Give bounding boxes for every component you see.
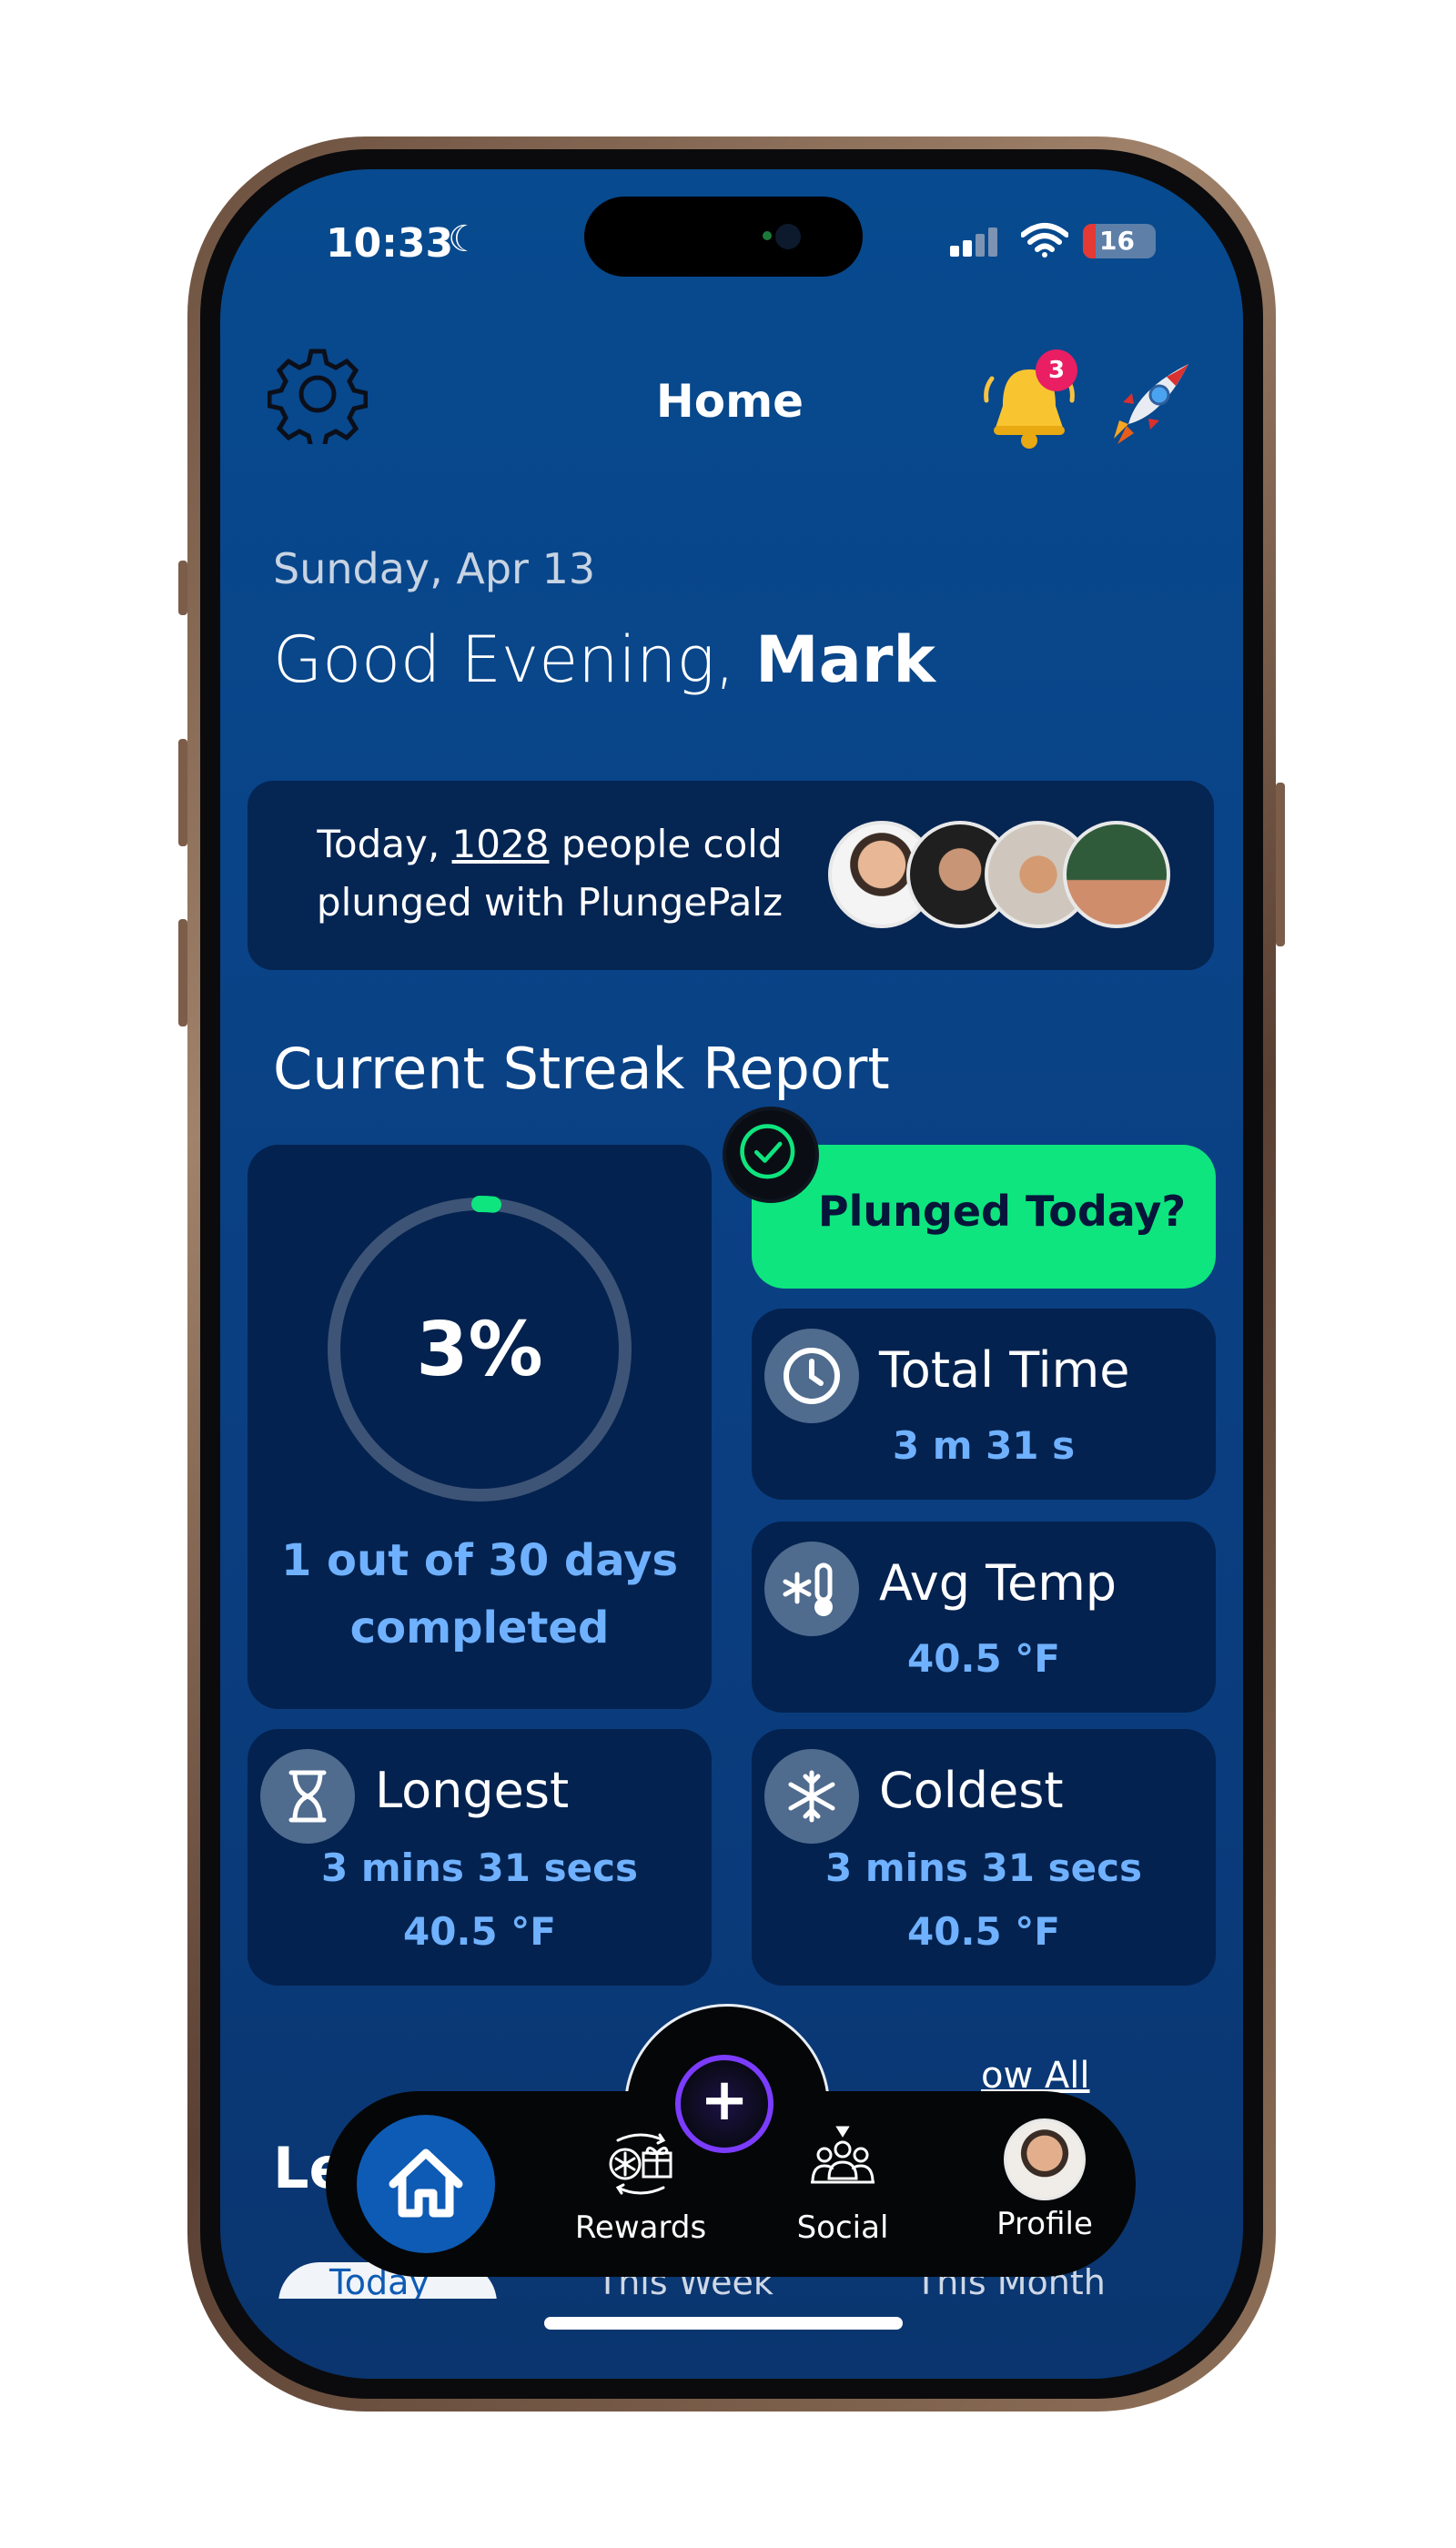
nav-social-label: Social: [796, 2209, 889, 2246]
coldest-time-value: 3 mins 31 secs: [825, 1845, 1142, 1890]
app-screen: 10:33 ☾ 16 Home 3 Sunday, Apr 13 Good Ev…: [220, 169, 1243, 2379]
total-time-card[interactable]: Total Time 3 m 31 s: [752, 1309, 1216, 1500]
banner-prefix: Today,: [317, 822, 440, 866]
nav-rewards-label: Rewards: [574, 2209, 707, 2246]
streak-caption-line1: 1 out of 30 days: [280, 1535, 679, 1586]
hourglass-icon: [260, 1749, 355, 1844]
coldest-card[interactable]: Coldest 3 mins 31 secs 40.5 °F: [752, 1729, 1216, 1986]
greeting-text: Good Evening, Mark: [273, 622, 935, 697]
camera-icon: [775, 224, 801, 249]
cellular-signal-icon: [950, 228, 1001, 257]
nav-home-button[interactable]: [357, 2115, 495, 2253]
home-indicator: [544, 2317, 903, 2330]
moon-icon: ☾: [448, 218, 480, 260]
privacy-indicator-icon: [763, 231, 772, 240]
total-time-label: Total Time: [879, 1341, 1130, 1399]
banner-suffix: people cold: [561, 822, 783, 866]
streak-percent: 3%: [416, 1307, 543, 1393]
streak-caption-line2: completed: [349, 1603, 610, 1653]
power-button: [1276, 783, 1285, 946]
gear-icon[interactable]: [268, 344, 368, 444]
battery-percent: 16: [1099, 226, 1135, 256]
home-icon: [389, 2149, 463, 2218]
avg-temp-value: 40.5 °F: [907, 1636, 1060, 1681]
profile-avatar: [1004, 2118, 1086, 2200]
nav-profile-label: Profile: [996, 2206, 1093, 2242]
streak-section-title: Current Streak Report: [273, 1036, 890, 1102]
total-time-value: 3 m 31 s: [892, 1423, 1076, 1468]
nav-profile[interactable]: Profile: [963, 2118, 1127, 2242]
coldest-temp-value: 40.5 °F: [907, 1909, 1060, 1954]
nav-social[interactable]: Social: [761, 2118, 925, 2246]
current-date: Sunday, Apr 13: [273, 544, 596, 593]
avatar: [1063, 821, 1170, 928]
coldest-label: Coldest: [879, 1762, 1064, 1819]
streak-caption: 1 out of 30 days completed: [248, 1527, 712, 1662]
longest-card[interactable]: Longest 3 mins 31 secs 40.5 °F: [248, 1729, 712, 1986]
streak-progress-card[interactable]: 3% 1 out of 30 days completed: [248, 1145, 712, 1709]
snowflake-icon: [764, 1749, 859, 1844]
longest-temp-value: 40.5 °F: [403, 1909, 556, 1954]
volume-down-button: [178, 919, 187, 1026]
clock-icon: [764, 1329, 859, 1423]
wifi-icon: [1021, 223, 1068, 258]
longest-label: Longest: [375, 1762, 570, 1819]
community-banner[interactable]: Today, 1028 people cold plunged with Plu…: [248, 781, 1214, 970]
notification-badge: 3: [1036, 349, 1077, 391]
avg-temp-label: Avg Temp: [879, 1554, 1117, 1612]
rewards-icon: [609, 2133, 672, 2195]
community-banner-text: Today, 1028 people cold plunged with Plu…: [286, 815, 814, 932]
check-circle-icon: [723, 1107, 819, 1203]
rocket-icon[interactable]: [1101, 357, 1196, 451]
user-name: Mark: [755, 622, 935, 697]
thermometer-snowflake-icon: [764, 1542, 859, 1636]
social-icon: [811, 2126, 875, 2184]
battery-level-fill: [1083, 224, 1096, 258]
plunged-today-button[interactable]: Plunged Today?: [752, 1145, 1216, 1289]
banner-line2: plunged with PlungePalz: [316, 880, 784, 925]
avg-temp-card[interactable]: Avg Temp 40.5 °F: [752, 1522, 1216, 1713]
plunger-count[interactable]: 1028: [452, 822, 550, 866]
page-title: Home: [655, 375, 804, 428]
dynamic-island: [584, 197, 863, 277]
longest-time-value: 3 mins 31 secs: [321, 1845, 638, 1890]
battery-indicator: 16: [1083, 224, 1156, 258]
action-button: [178, 561, 187, 615]
volume-up-button: [178, 739, 187, 846]
status-time: 10:33: [326, 220, 454, 267]
greeting-salutation: Good Evening,: [273, 622, 735, 697]
plunged-today-label: Plunged Today?: [817, 1187, 1187, 1236]
plus-icon: +: [700, 2067, 749, 2134]
